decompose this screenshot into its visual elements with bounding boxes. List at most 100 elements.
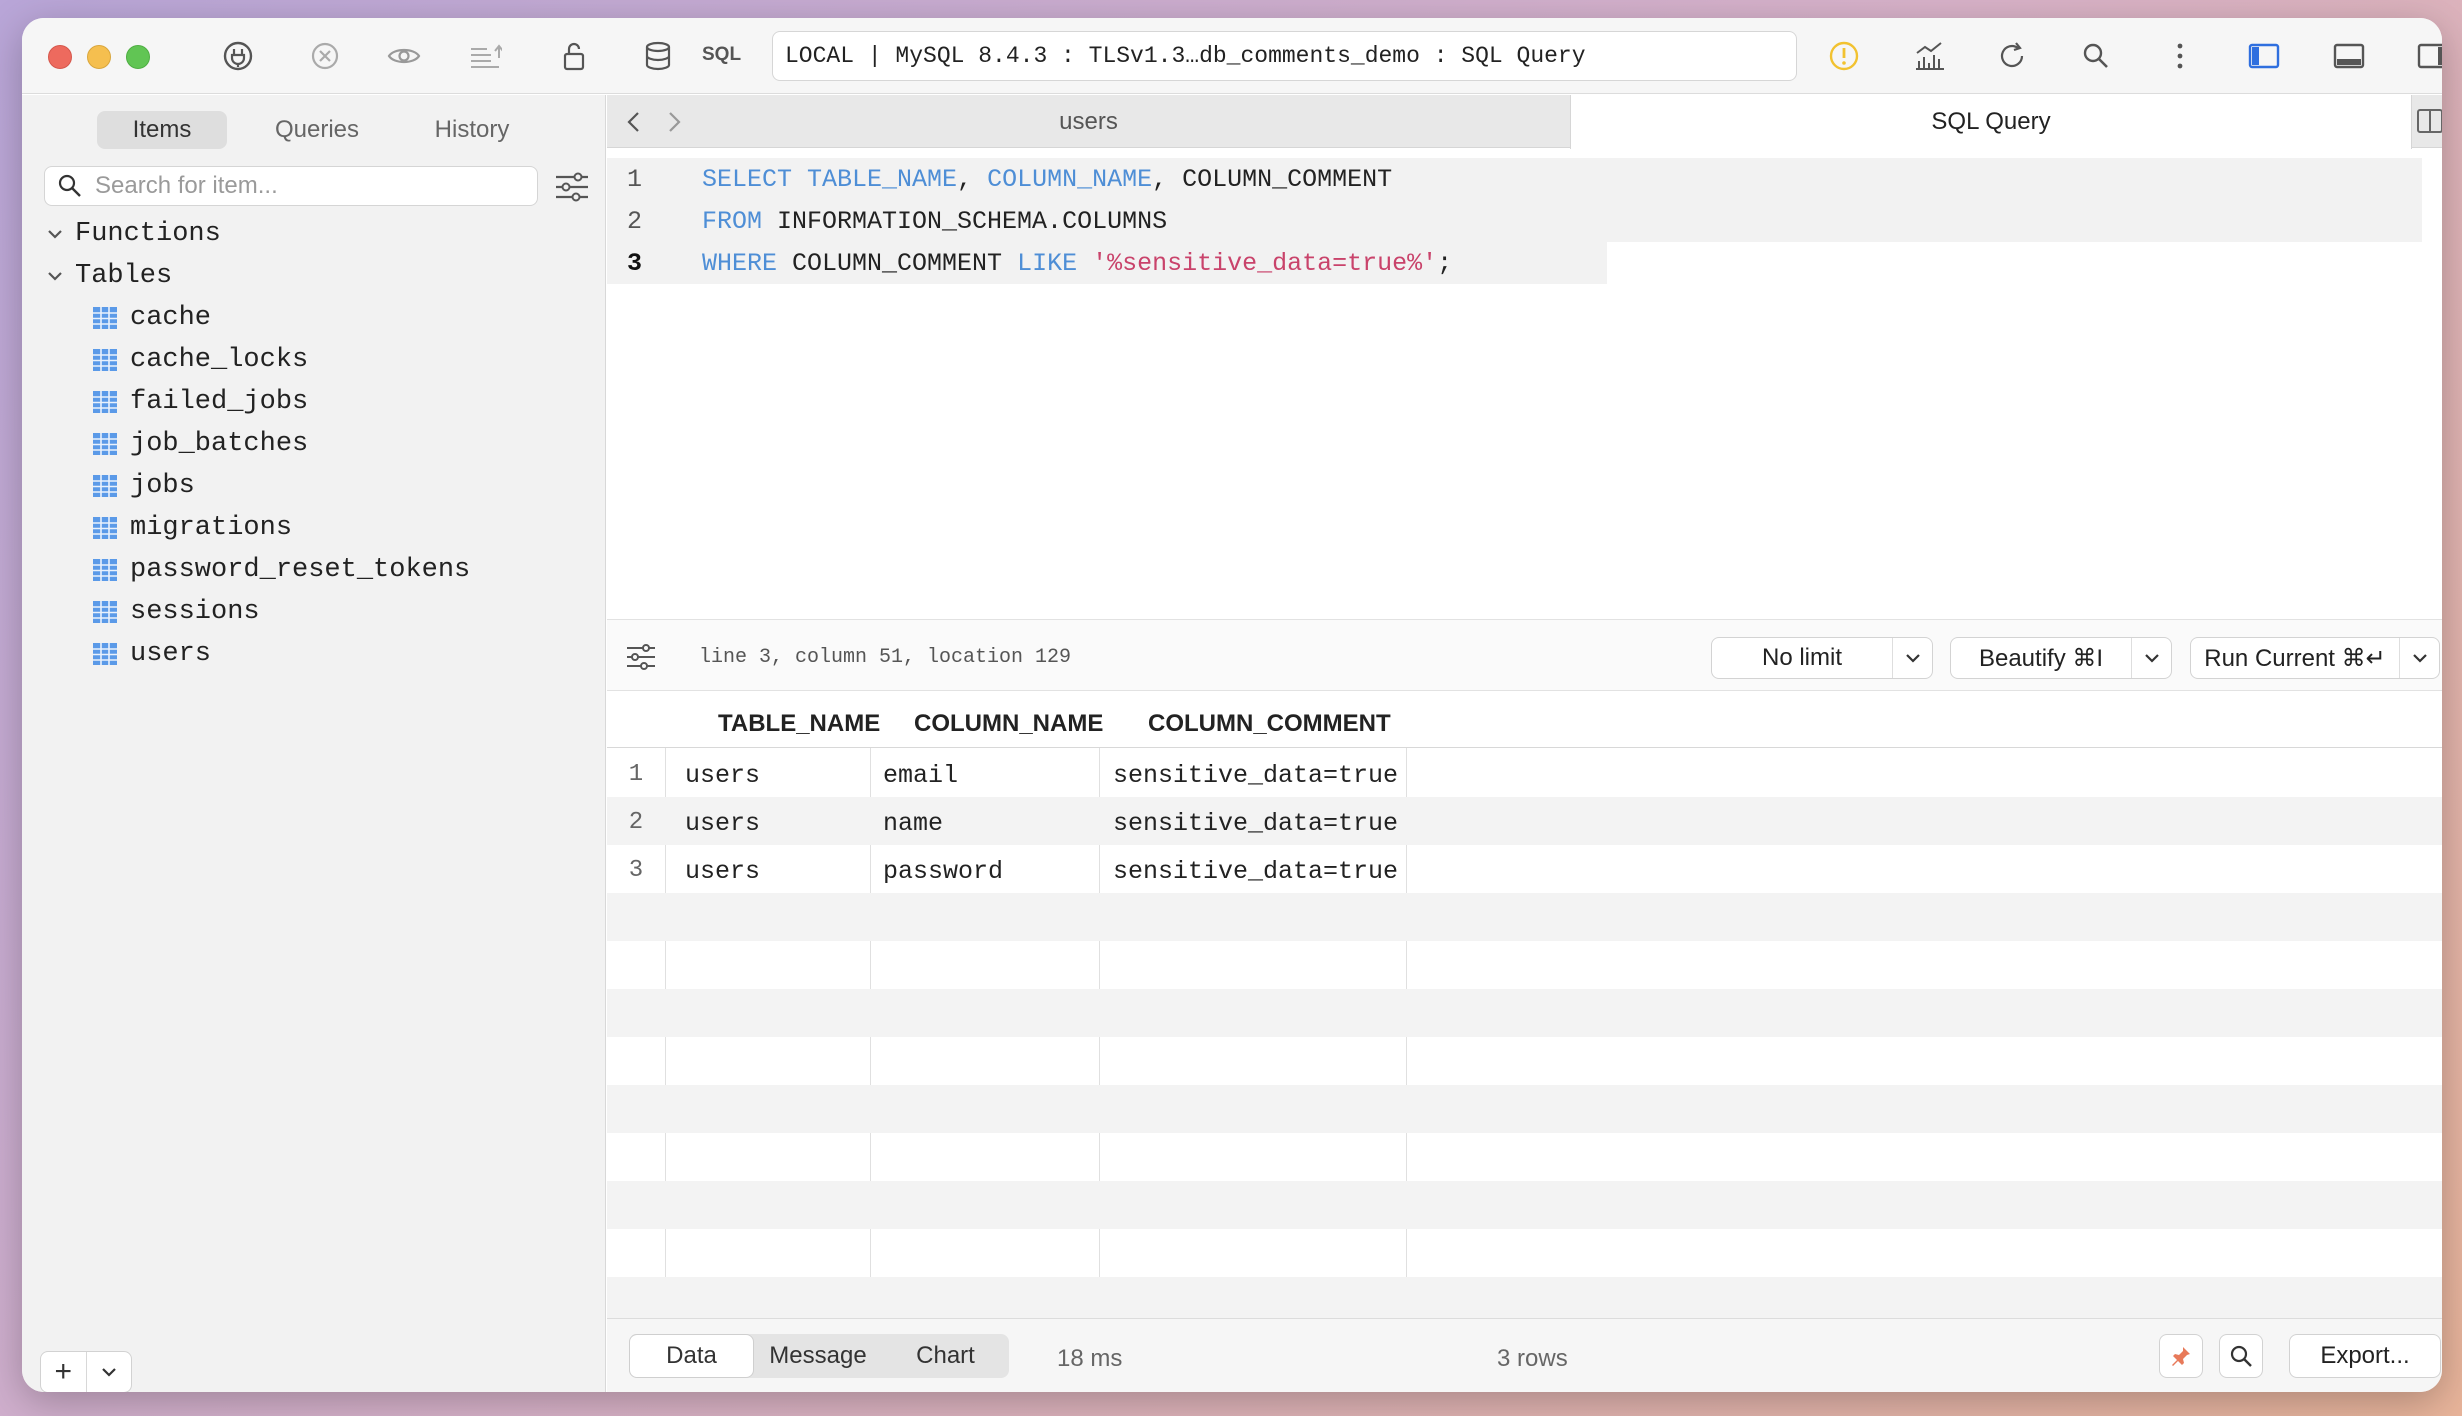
code-text: SELECT TABLE_NAME, COLUMN_NAME, COLUMN_C… [702,165,1392,194]
add-item-menu-button[interactable] [87,1352,132,1392]
code-token: ; [1437,248,1453,278]
zoom-window-button[interactable] [126,45,150,69]
refresh-icon[interactable] [1992,36,2032,76]
commit-changes-icon[interactable] [465,36,505,76]
code-token: COLUMN_COMMENT [777,248,1018,278]
line-number: 2 [626,206,642,236]
tree-group-tables[interactable]: Tables [22,255,605,297]
cell-column-comment[interactable]: sensitive_data=true [1113,809,1398,838]
warning-icon[interactable] [1824,36,1864,76]
table-icon [93,349,117,371]
sidebar: Items Queries History Functions Tables c… [22,95,606,1392]
code-text: FROM INFORMATION_SCHEMA.COLUMNS [702,207,1167,236]
sidebar-tab-history[interactable]: History [402,111,542,149]
identifier-token: COLUMN_NAME [987,164,1153,194]
code-line-1[interactable]: 1 SELECT TABLE_NAME, COLUMN_NAME, COLUMN… [607,158,2422,200]
column-header-column-name[interactable]: COLUMN_NAME [914,710,1103,738]
toggle-console-icon[interactable] [2329,36,2369,76]
preview-eye-icon[interactable] [384,36,424,76]
cell-column-name[interactable]: password [883,857,1003,886]
tab-data[interactable]: Data [629,1334,754,1378]
close-window-button[interactable] [48,45,72,69]
filter-settings-icon[interactable] [552,169,592,205]
chevron-down-icon[interactable] [2131,638,2171,678]
tab-sql-query[interactable]: SQL Query [1570,95,2412,149]
editor-settings-icon[interactable] [625,642,657,672]
search-input[interactable] [95,172,515,200]
sidebar-item-table-cache-locks[interactable]: cache_locks [22,339,605,381]
toggle-inspector-icon[interactable] [2413,36,2442,76]
column-header-column-comment[interactable]: COLUMN_COMMENT [1148,710,1391,738]
cell-table-name[interactable]: users [685,761,760,790]
sidebar-item-table-jobs[interactable]: jobs [22,465,605,507]
minimize-window-button[interactable] [87,45,111,69]
beautify-button[interactable]: Beautify ⌘I [1950,637,2172,679]
code-text: WHERE COLUMN_COMMENT LIKE '%sensitive_da… [702,249,1452,278]
cell-table-name[interactable]: users [685,809,760,838]
tree-group-functions[interactable]: Functions [22,213,605,255]
table-label: users [130,639,212,669]
beautify-label: Beautify ⌘I [1978,644,2104,672]
split-view-icon[interactable] [2415,106,2442,136]
connection-plug-icon[interactable] [218,36,258,76]
sql-editor[interactable]: 1 SELECT TABLE_NAME, COLUMN_NAME, COLUMN… [607,149,2442,619]
cell-table-name[interactable]: users [685,857,760,886]
sidebar-item-table-migrations[interactable]: migrations [22,507,605,549]
code-line-3[interactable]: 3 WHERE COLUMN_COMMENT LIKE '%sensitive_… [607,242,1607,284]
pin-results-button[interactable] [2159,1334,2203,1378]
identifier-token: TABLE_NAME [807,164,958,194]
chevron-down-icon[interactable] [46,225,64,243]
sidebar-tab-items[interactable]: Items [97,111,227,149]
sidebar-item-table-failed-jobs[interactable]: failed_jobs [22,381,605,423]
chevron-down-icon[interactable] [2399,638,2439,678]
table-icon [93,643,117,665]
database-icon[interactable] [638,36,678,76]
empty-row [607,1181,2442,1229]
more-options-icon[interactable] [2160,36,2200,76]
table-row[interactable]: 2 users name sensitive_data=true [607,797,2442,845]
chevron-down-icon [101,1368,116,1377]
cell-column-name[interactable]: email [883,761,958,790]
keyword-token: FROM [702,206,763,236]
tab-message[interactable]: Message [754,1334,882,1378]
run-current-button[interactable]: Run Current ⌘↵ [2190,637,2440,679]
export-button[interactable]: Export... [2289,1334,2441,1378]
search-results-button[interactable] [2219,1334,2263,1378]
lock-icon[interactable] [554,36,594,76]
tab-chart[interactable]: Chart [882,1334,1009,1378]
tab-users[interactable]: users [607,95,1570,148]
limit-selector[interactable]: No limit [1711,637,1933,679]
table-label: cache [130,303,212,333]
sidebar-item-table-job-batches[interactable]: job_batches [22,423,605,465]
add-item-button[interactable]: + [41,1352,87,1392]
search-icon[interactable] [2076,36,2116,76]
sidebar-item-table-users[interactable]: users [22,633,605,675]
cell-column-name[interactable]: name [883,809,943,838]
toggle-sidebar-icon[interactable] [2244,36,2284,76]
sidebar-search [44,166,538,206]
cell-column-comment[interactable]: sensitive_data=true [1113,857,1398,886]
table-icon [93,559,117,581]
table-row[interactable]: 3 users password sensitive_data=true [607,845,2442,893]
object-tree: Functions Tables cache cache_locks failed_… [22,213,605,675]
chevron-down-icon[interactable] [1892,638,1932,678]
search-icon [58,174,81,197]
code-line-2[interactable]: 2 FROM INFORMATION_SCHEMA.COLUMNS [607,200,2422,242]
stop-query-icon[interactable] [305,36,345,76]
cell-column-comment[interactable]: sensitive_data=true [1113,761,1398,790]
row-number: 3 [628,857,644,884]
connection-address-bar[interactable]: LOCAL | MySQL 8.4.3 : TLSv1.3…db_comment… [772,31,1797,81]
sidebar-item-table-cache[interactable]: cache [22,297,605,339]
column-header-table-name[interactable]: TABLE_NAME [718,710,880,738]
editor-tabs: users SQL Query [607,95,2442,149]
sidebar-item-table-password-reset-tokens[interactable]: password_reset_tokens [22,549,605,591]
table-row[interactable]: 1 users email sensitive_data=true [607,749,2442,797]
sidebar-item-table-sessions[interactable]: sessions [22,591,605,633]
chevron-down-icon[interactable] [46,267,64,285]
chart-activity-icon[interactable] [1909,36,1949,76]
query-timing: 18 ms [1057,1345,1123,1372]
line-number: 1 [626,164,642,194]
sidebar-tab-queries[interactable]: Queries [247,111,387,149]
sql-mode-label[interactable]: SQL [702,44,741,66]
